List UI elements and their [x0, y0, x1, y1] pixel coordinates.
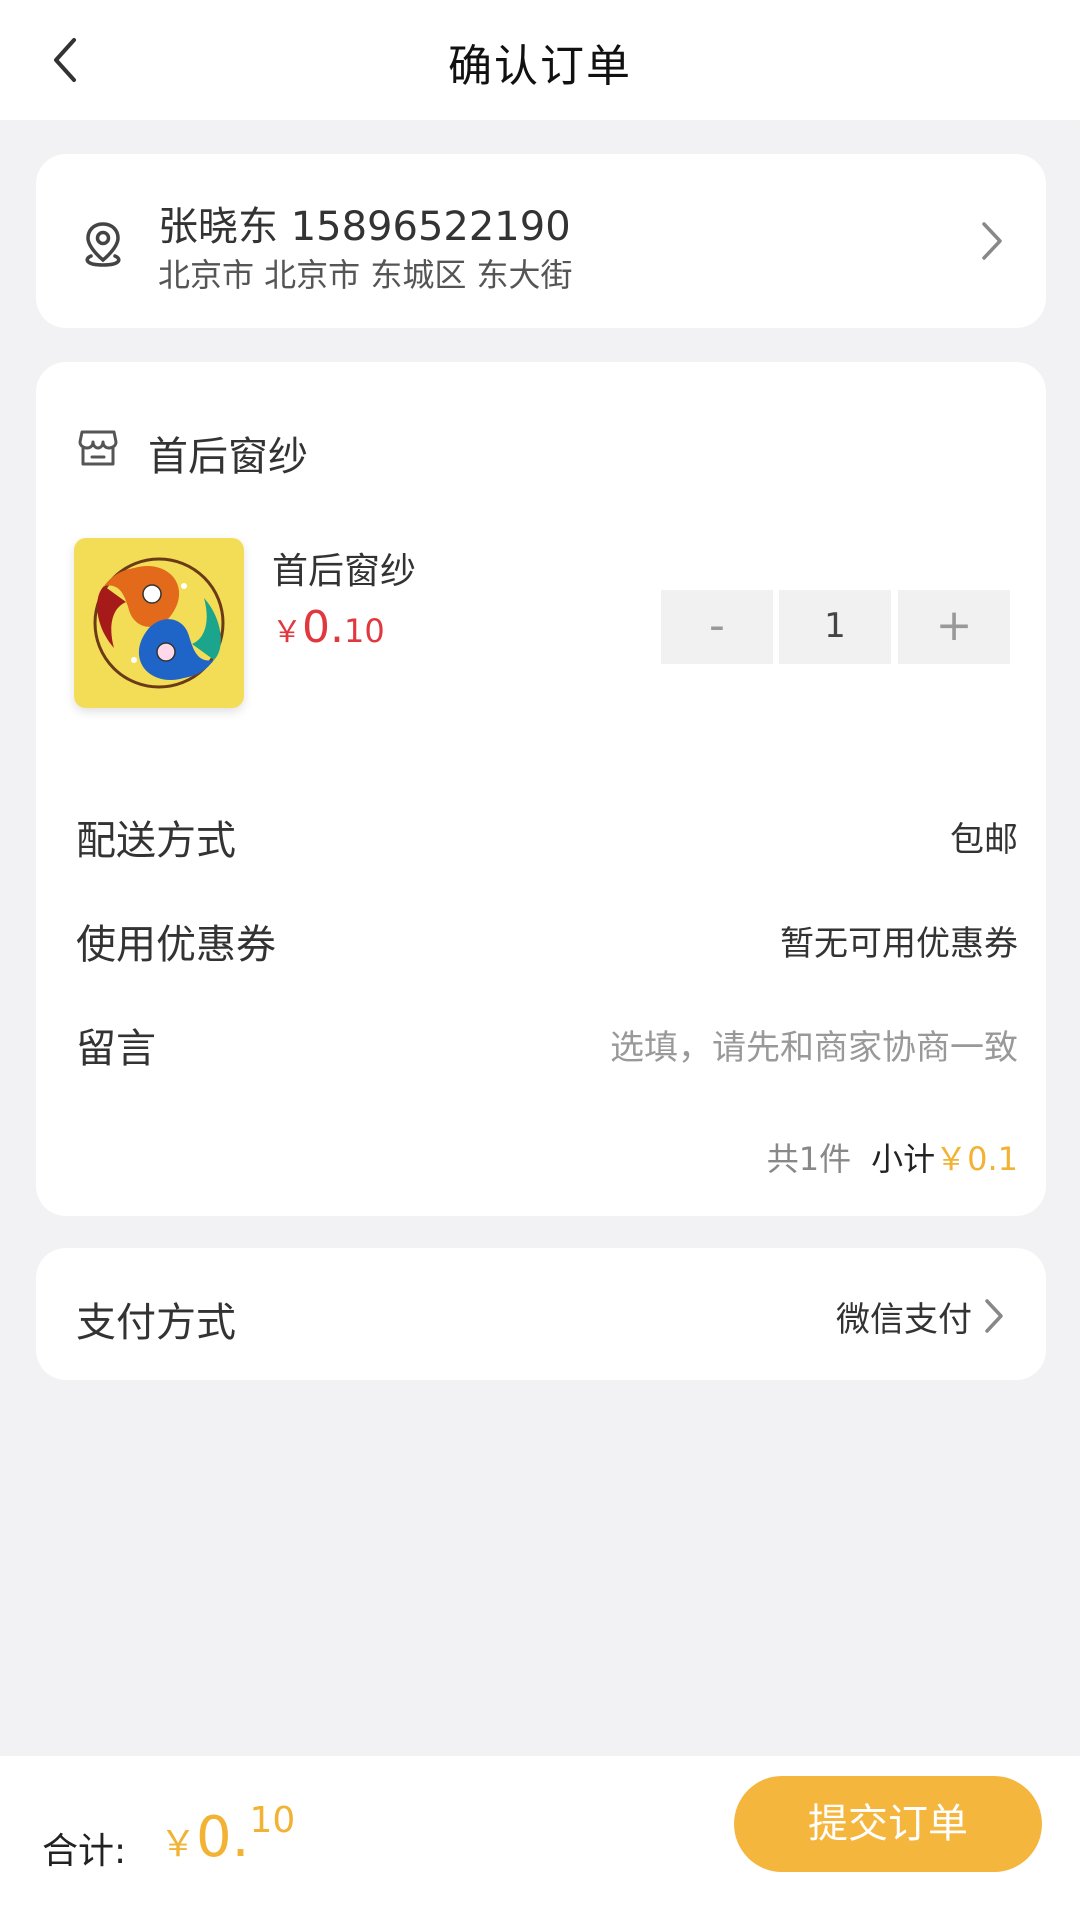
coupon-label: 使用优惠券	[76, 922, 276, 968]
decrease-quantity-button[interactable]: -	[661, 590, 773, 664]
subtotal-label: 小计	[871, 1140, 936, 1178]
delivery-method-value: 包邮	[950, 820, 1018, 860]
message-label: 留言	[76, 1026, 156, 1072]
chevron-right-icon[interactable]	[982, 1296, 1006, 1336]
total-label: 合计:	[42, 1831, 127, 1872]
increase-quantity-button[interactable]: +	[898, 590, 1010, 664]
subtotal: 共1件 小计￥0.1	[767, 1134, 1018, 1180]
chevron-right-icon[interactable]	[978, 218, 1006, 264]
payment-method-card[interactable]: 支付方式 微信支付	[36, 1248, 1046, 1380]
coupon-value[interactable]: 暂无可用优惠券	[780, 916, 1018, 965]
page-title: 确认订单	[448, 41, 632, 92]
payment-method-label: 支付方式	[76, 1300, 236, 1346]
total-price: ￥0.10	[160, 1800, 295, 1870]
total-integer: 0.	[196, 1805, 250, 1870]
order-goods-card: 首后窗纱 首后窗纱 ￥0.10 - 1 + 配送方式 包邮 使用优惠券 暂无可用…	[36, 362, 1046, 1216]
header-bar: 确认订单	[0, 0, 1080, 120]
shop-icon	[76, 426, 120, 470]
quantity-value[interactable]: 1	[779, 590, 891, 664]
bottom-bar: 合计: ￥0.10 提交订单	[0, 1756, 1080, 1920]
shop-name: 首后窗纱	[148, 434, 308, 480]
total-currency: ￥	[160, 1824, 197, 1865]
address-card[interactable]: 张晓东 15896522190 北京市 北京市 东城区 东大街	[36, 154, 1046, 328]
message-input[interactable]: 选填，请先和商家协商一致	[610, 1020, 1018, 1069]
delivery-method-label: 配送方式	[76, 818, 236, 864]
product-title: 首后窗纱	[272, 551, 417, 592]
submit-order-button[interactable]: 提交订单	[734, 1776, 1042, 1872]
recipient-name-phone: 张晓东 15896522190	[158, 204, 571, 250]
item-count: 共1件	[766, 1140, 852, 1178]
location-pin-icon	[80, 218, 126, 270]
subtotal-amount: ￥0.1	[935, 1140, 1018, 1178]
total-decimal: 10	[249, 1800, 296, 1841]
recipient-address: 北京市 北京市 东城区 东大街	[158, 256, 573, 294]
quantity-stepper: - 1 +	[36, 590, 1046, 664]
payment-method-value: 微信支付	[836, 1300, 972, 1340]
